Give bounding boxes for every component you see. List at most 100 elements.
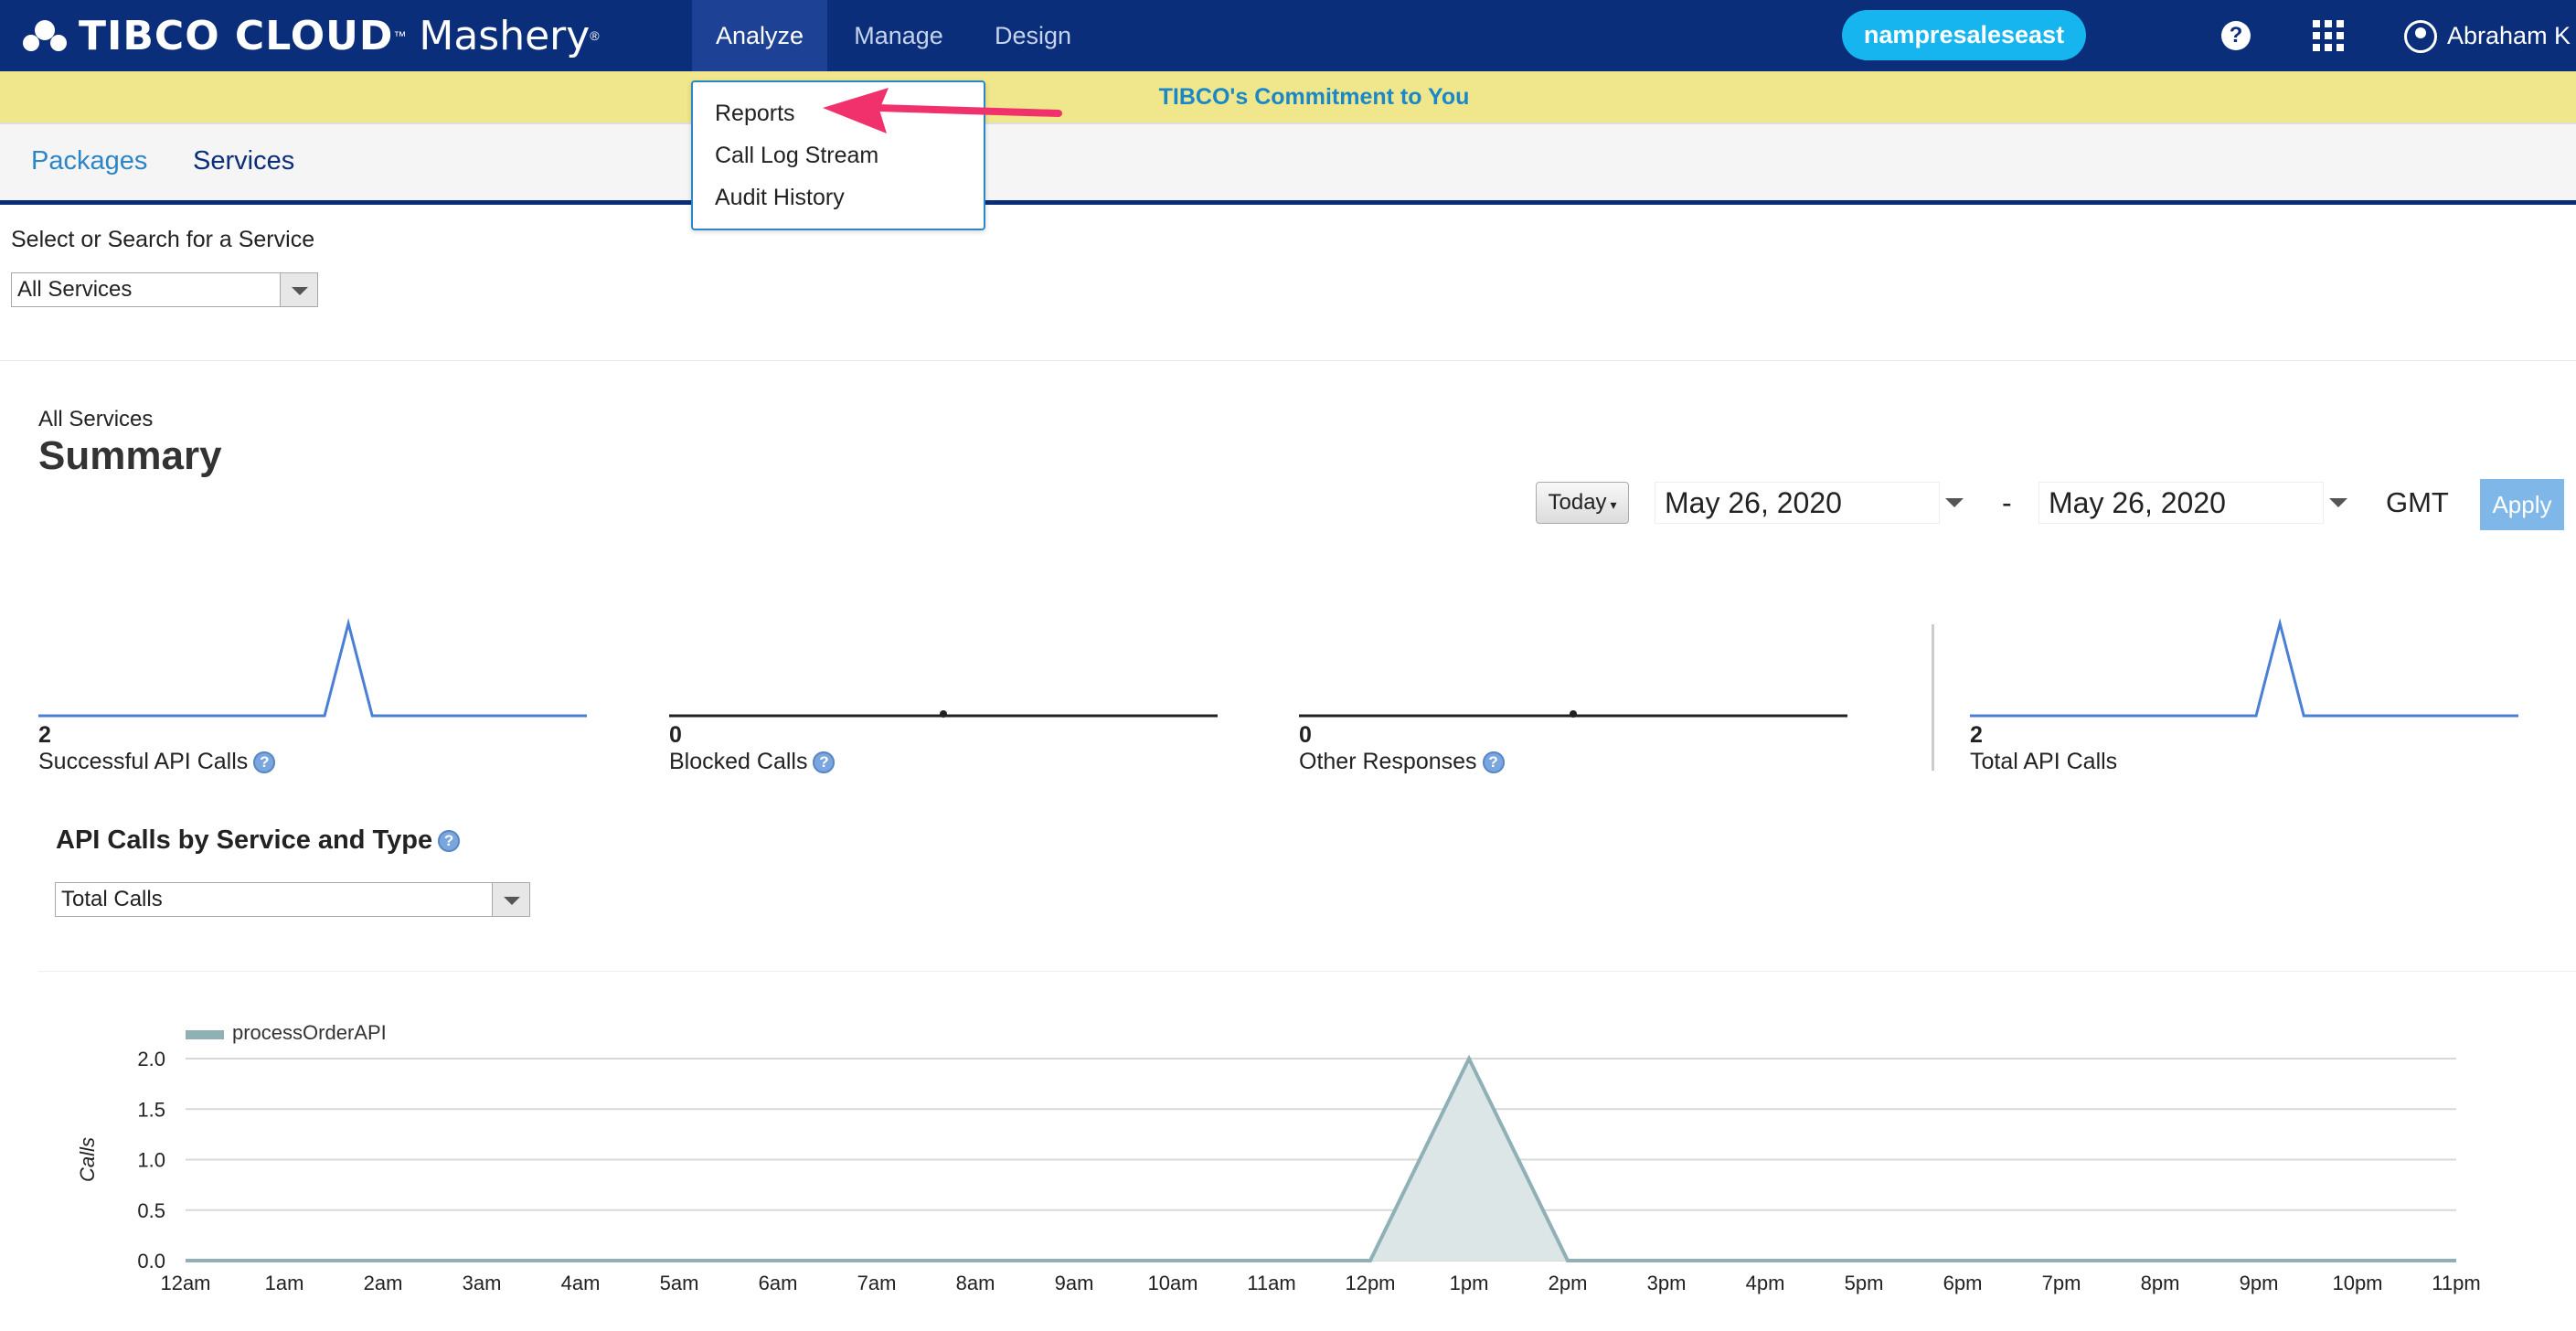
date-range-label: Today [1548,490,1607,515]
tab-manage[interactable]: Manage [836,0,961,71]
x-tick-label: 4am [561,1272,601,1294]
stat-successful-calls: 2 Successful API Calls? [38,612,591,775]
start-date-field[interactable]: May 26, 2020 [1655,482,1940,524]
stat-value: 2 [1970,722,1983,748]
stat-total-calls: 2 Total API Calls [1970,612,2522,775]
legend-swatch[interactable] [186,1030,224,1039]
x-tick-label: 5am [660,1272,699,1294]
y-tick-label: 0.0 [137,1250,165,1272]
service-select-label: Select or Search for a Service [11,227,315,252]
date-range-button[interactable]: Today ▾ [1536,482,1629,524]
x-tick-label: 5pm [1845,1272,1884,1294]
stat-label-wrap: Successful API Calls? [38,749,591,775]
stat-label: Other Responses [1299,749,1477,774]
timezone-label: GMT [2386,486,2449,518]
x-tick-label: 9am [1055,1272,1094,1294]
y-tick-label: 0.5 [137,1199,165,1222]
x-tick-label: 4pm [1746,1272,1785,1294]
stat-label-wrap: Other Responses? [1299,749,1851,775]
help-icon[interactable]: ? [2221,21,2251,50]
apply-button[interactable]: Apply [2480,479,2564,530]
tibco-logo[interactable]: TIBCO CLOUD ™ Mashery ® [20,0,600,71]
y-axis-label: Calls [76,1137,99,1182]
service-select-value: All Services [17,277,133,302]
x-tick-label: 2am [364,1272,403,1294]
subtab-packages[interactable]: Packages [31,146,147,176]
section-title-text: API Calls by Service and Type [56,825,433,855]
chevron-down-icon[interactable] [280,273,317,306]
stat-value: 0 [1299,722,1312,748]
x-tick-label: 6pm [1943,1272,1983,1294]
user-menu[interactable]: Abraham K [2447,0,2571,71]
stat-blocked-calls: 0 Blocked Calls? [669,612,1221,775]
x-tick-label: 2pm [1549,1272,1588,1294]
logo-brand: TIBCO CLOUD [79,12,394,59]
apps-grid-icon[interactable] [2313,20,2344,51]
sub-navbar [0,124,2576,205]
x-tick-label: 6am [759,1272,798,1294]
sparkline [1299,710,1847,718]
info-icon[interactable]: ? [253,751,276,774]
x-tick-label: 12pm [1345,1272,1395,1294]
banner-link[interactable]: TIBCO's Commitment to You [0,71,2576,122]
sparkline [669,710,1218,718]
sparkline [38,618,587,718]
stats-divider [1932,624,1934,771]
date-separator: - [2002,486,2012,519]
stat-other-responses: 0 Other Responses? [1299,612,1851,775]
x-tick-label: 7pm [2042,1272,2081,1294]
end-date-field[interactable]: May 26, 2020 [2038,482,2324,524]
registered-mark: ® [590,28,600,43]
y-tick-label: 1.5 [137,1098,165,1121]
info-icon[interactable]: ? [438,830,461,853]
trademark-mark: ™ [393,28,407,43]
start-date-chevron-icon[interactable] [1945,498,1964,507]
info-icon[interactable]: ? [813,751,836,774]
x-tick-label: 9pm [2240,1272,2279,1294]
end-date-chevron-icon[interactable] [2329,498,2347,507]
divider [38,971,2576,972]
x-tick-label: 10am [1147,1272,1198,1294]
tab-analyze[interactable]: Analyze [692,0,827,71]
x-tick-label: 11am [1247,1272,1295,1294]
x-tick-label: 8am [956,1272,995,1294]
tibco-hex-icon [23,20,67,51]
x-tick-label: 1am [265,1272,304,1294]
org-selector-button[interactable]: nampresaleseast [1842,10,2086,60]
y-tick-label: 1.0 [137,1149,165,1172]
call-type-select[interactable]: Total Calls [55,882,530,917]
menu-item-call-log-stream[interactable]: Call Log Stream [715,143,878,169]
summary-context: All Services [38,407,154,431]
subtab-services[interactable]: Services [193,146,294,176]
stat-label-wrap: Blocked Calls? [669,749,1221,775]
stat-value: 2 [38,722,51,748]
user-avatar-icon[interactable] [2404,20,2437,53]
menu-item-audit-history[interactable]: Audit History [715,185,845,211]
page-title: Summary [38,433,222,478]
service-select[interactable]: All Services [11,272,318,307]
logo-product: Mashery [419,12,591,59]
tab-design[interactable]: Design [983,0,1083,71]
divider [0,360,2576,361]
stat-label: Blocked Calls [669,749,808,774]
x-tick-label: 10pm [2332,1272,2382,1294]
x-tick-label: 12am [160,1272,210,1294]
info-icon[interactable]: ? [1482,751,1505,774]
x-tick-label: 1pm [1450,1272,1489,1294]
y-tick-label: 2.0 [137,1048,165,1070]
legend-label[interactable]: processOrderAPI [232,1021,387,1044]
x-tick-label: 8pm [2141,1272,2180,1294]
stat-value: 0 [669,722,682,748]
stat-label: Total API Calls [1970,749,2118,774]
x-tick-label: 7am [857,1272,897,1294]
call-type-select-value: Total Calls [61,887,163,911]
calls-area-chart: 0.0 0.5 1.0 1.5 2.0 12am 1am 2am 3am 4am 5am 6am 7am… [76,1021,2481,1294]
x-tick-label: 11pm [2432,1272,2480,1294]
sparkline-point [940,710,947,718]
x-tick-label: 3pm [1647,1272,1687,1294]
sparkline-point [1570,710,1577,718]
annotation-arrow-icon [823,88,1062,133]
menu-item-reports[interactable]: Reports [715,101,795,127]
stat-label: Successful API Calls [38,749,249,774]
chevron-down-icon[interactable] [492,883,529,916]
